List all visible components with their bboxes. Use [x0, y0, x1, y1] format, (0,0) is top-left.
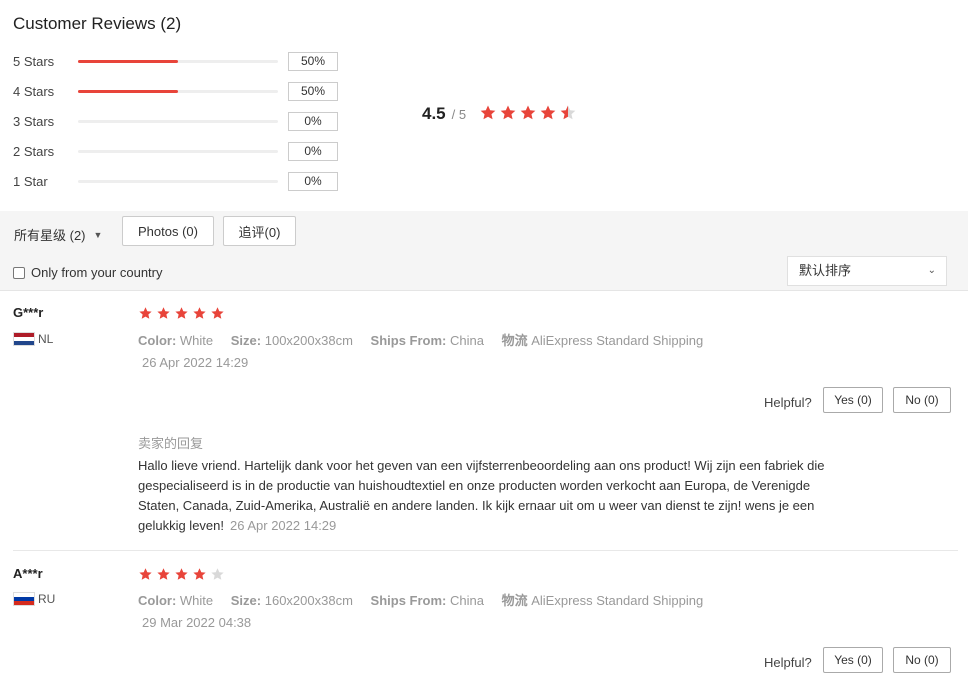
country-code: RU — [38, 592, 56, 606]
color-attr-value: White — [179, 333, 214, 348]
helpful-no-button[interactable]: No (0) — [893, 387, 951, 413]
filter-bar: 所有星级 (2) ▼ Photos (0) 追评(0) Only from yo… — [0, 211, 968, 291]
review-date: 26 Apr 2022 14:29 — [142, 355, 249, 370]
star-icon — [192, 306, 207, 321]
page-title: Customer Reviews (2) — [13, 14, 182, 33]
sort-dropdown[interactable]: 默认排序 ⌄ — [787, 256, 947, 286]
distribution-row: 3 Stars 0% — [13, 112, 343, 132]
logistics-attr-label: 物流 — [501, 333, 528, 348]
star-icon — [174, 567, 189, 582]
average-score: 4.5 — [422, 104, 446, 123]
star-icon — [174, 306, 189, 321]
distribution-percent: 0% — [288, 142, 338, 161]
chevron-down-icon: ⌄ — [927, 265, 936, 276]
size-attr-label: Size: — [230, 593, 262, 608]
reviewer-name: G***r — [13, 305, 44, 320]
average-total: / 5 — [451, 107, 467, 122]
star-icon — [210, 306, 225, 321]
distribution-bar-fill — [78, 90, 178, 93]
review-attributes: Color: White Size: 160x200x38cm Ships Fr… — [138, 590, 703, 609]
rating-filter-dropdown[interactable]: 所有星级 (2) ▼ — [14, 225, 102, 244]
distribution-label: 4 Stars — [13, 84, 55, 99]
chevron-down-icon: ▼ — [93, 229, 103, 240]
distribution-label: 5 Stars — [13, 54, 55, 69]
distribution-percent: 0% — [288, 172, 338, 191]
logistics-attr-value: AliExpress Standard Shipping — [531, 593, 704, 608]
distribution-row: 1 Star 0% — [13, 172, 343, 192]
distribution-bar-fill — [78, 60, 178, 63]
size-attr-value: 160x200x38cm — [264, 593, 353, 608]
helpful-yes-button[interactable]: Yes (0) — [823, 387, 883, 413]
distribution-bar — [78, 150, 278, 153]
helpful-yes-button[interactable]: Yes (0) — [823, 647, 883, 673]
review-stars — [138, 567, 225, 582]
star-icon — [479, 104, 497, 122]
distribution-bar — [78, 60, 278, 63]
sort-label: 默认排序 — [799, 263, 852, 278]
color-attr-label: Color: — [138, 593, 177, 608]
ships-from-attr-value: China — [450, 333, 484, 348]
average-rating: 4.5 / 5 — [422, 104, 466, 124]
distribution-bar — [78, 120, 278, 123]
review-date: 29 Mar 2022 04:38 — [142, 615, 252, 630]
distribution-row: 5 Stars 50% — [13, 52, 343, 72]
star-icon — [519, 104, 537, 122]
country-filter[interactable]: Only from your country — [13, 265, 163, 280]
distribution-percent: 50% — [288, 52, 338, 71]
logistics-attr-label: 物流 — [501, 593, 528, 608]
russia-flag-icon — [13, 592, 35, 606]
photos-filter-button[interactable]: Photos (0) — [122, 216, 214, 246]
size-attr-value: 100x200x38cm — [264, 333, 353, 348]
distribution-row: 4 Stars 50% — [13, 82, 343, 102]
helpful-label: Helpful? — [764, 395, 812, 410]
star-icon — [539, 104, 557, 122]
distribution-label: 1 Star — [13, 174, 48, 189]
distribution-label: 3 Stars — [13, 114, 55, 129]
helpful-no-button[interactable]: No (0) — [893, 647, 951, 673]
star-icon — [559, 104, 577, 122]
country-filter-label: Only from your country — [31, 265, 163, 280]
rating-filter-label: 所有星级 (2) — [14, 228, 86, 243]
reviewer-country: NL — [13, 332, 53, 346]
color-attr-label: Color: — [138, 333, 177, 348]
star-icon — [156, 567, 171, 582]
distribution-percent: 0% — [288, 112, 338, 131]
distribution-percent: 50% — [288, 82, 338, 101]
distribution-label: 2 Stars — [13, 144, 55, 159]
distribution-row: 2 Stars 0% — [13, 142, 343, 162]
star-icon — [138, 567, 153, 582]
review-divider — [13, 550, 958, 551]
netherlands-flag-icon — [13, 332, 35, 346]
ships-from-attr-label: Ships From: — [370, 333, 447, 348]
country-checkbox[interactable] — [13, 266, 25, 279]
review-attributes: Color: White Size: 100x200x38cm Ships Fr… — [138, 330, 703, 349]
seller-reply-text: Hallo lieve vriend. Hartelijk dank voor … — [138, 456, 828, 536]
reviewer-country: RU — [13, 592, 55, 606]
logistics-attr-value: AliExpress Standard Shipping — [531, 333, 704, 348]
average-stars — [479, 104, 577, 122]
star-icon — [499, 104, 517, 122]
ships-from-attr-value: China — [450, 593, 484, 608]
star-icon — [138, 306, 153, 321]
reviewer-name: A***r — [13, 566, 43, 581]
star-icon — [156, 306, 171, 321]
ships-from-attr-label: Ships From: — [370, 593, 447, 608]
review-stars — [138, 306, 225, 321]
distribution-bar — [78, 90, 278, 93]
color-attr-value: White — [179, 593, 214, 608]
helpful-label: Helpful? — [764, 655, 812, 670]
star-icon — [210, 567, 225, 582]
seller-reply-title: 卖家的回复 — [138, 436, 204, 451]
distribution-bar — [78, 180, 278, 183]
seller-reply-date: 26 Apr 2022 14:29 — [230, 518, 337, 533]
star-icon — [192, 567, 207, 582]
additional-review-filter-button[interactable]: 追评(0) — [223, 216, 296, 246]
size-attr-label: Size: — [230, 333, 262, 348]
country-code: NL — [38, 332, 54, 346]
